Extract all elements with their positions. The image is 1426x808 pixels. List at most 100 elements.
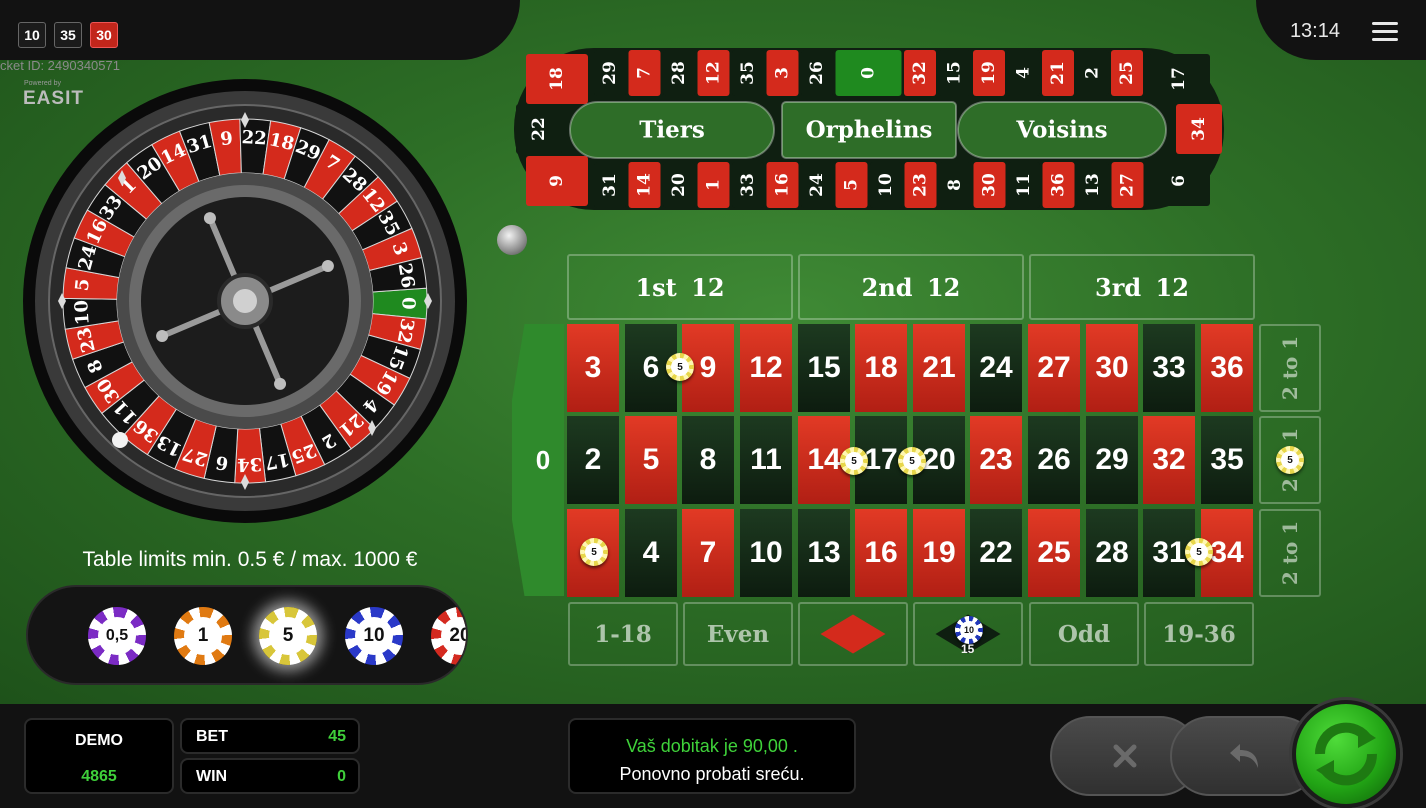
number-cell-26[interactable]: 26 xyxy=(1028,416,1080,504)
table-limits: Table limits min. 0.5 € / max. 1000 € xyxy=(82,548,418,571)
number-cell-32[interactable]: 32 xyxy=(1143,416,1195,504)
number-cell-27[interactable]: 27 xyxy=(1028,324,1080,412)
number-cell-21[interactable]: 21 xyxy=(913,324,965,412)
number-cell-23[interactable]: 23 xyxy=(970,416,1022,504)
dozen-2nd[interactable]: 2nd 12 xyxy=(798,254,1024,320)
recent-numbers: 10 35 30 xyxy=(18,22,118,48)
chip-10[interactable]: 10 xyxy=(345,607,403,665)
wheel-number: 9 xyxy=(219,128,234,150)
placed-chip[interactable]: 5 xyxy=(580,538,608,566)
placed-chip[interactable]: 5 xyxy=(1276,446,1304,474)
number-cell-5[interactable]: 5 xyxy=(625,416,677,504)
chip-5[interactable]: 5 xyxy=(259,607,317,665)
number-cell-3[interactable]: 3 xyxy=(567,324,619,412)
wheel-number: 26 xyxy=(394,262,419,290)
number-cell-15[interactable]: 15 xyxy=(798,324,850,412)
wheel-graphic: 0321519421225173462713361130823105241633… xyxy=(23,79,467,523)
chip-1[interactable]: 1 xyxy=(174,607,232,665)
placed-chip[interactable]: 5 xyxy=(1185,538,1213,566)
retry-message: Ponovno probati sreću. xyxy=(619,764,805,784)
bet-1-18[interactable]: 1-18 xyxy=(568,602,678,666)
placed-chip[interactable]: 5 xyxy=(840,447,868,475)
dozen-3rd[interactable]: 3rd 12 xyxy=(1029,254,1255,320)
racetrack-number: 33 xyxy=(738,173,758,197)
number-cell-4[interactable]: 4 xyxy=(625,509,677,597)
top-bar-right xyxy=(1256,0,1426,60)
chip-label: 10 xyxy=(355,617,393,655)
number-cell-36[interactable]: 36 xyxy=(1201,324,1253,412)
column-bet-top[interactable]: 2 to 1 xyxy=(1259,324,1321,412)
dozen-1st[interactable]: 1st 12 xyxy=(567,254,793,320)
number-cell-16[interactable]: 16 xyxy=(855,509,907,597)
racetrack-number: 2 xyxy=(1083,67,1103,79)
placed-chip-sum: 15 xyxy=(961,642,975,656)
racetrack-number: 5 xyxy=(842,179,862,191)
racetrack-number: 24 xyxy=(807,173,827,197)
placed-chip[interactable]: 5 xyxy=(898,447,926,475)
number-cell-29[interactable]: 29 xyxy=(1086,416,1138,504)
number-cell-35[interactable]: 35 xyxy=(1201,416,1253,504)
racetrack-number: 10 xyxy=(876,173,896,197)
number-cell-30[interactable]: 30 xyxy=(1086,324,1138,412)
win-label: WIN xyxy=(196,768,228,785)
bet-value: 45 xyxy=(328,728,346,745)
racetrack-number: 28 xyxy=(669,61,689,85)
racetrack-number: 18 xyxy=(547,67,567,91)
racetrack-number: 1 xyxy=(704,179,724,191)
number-cell-12[interactable]: 12 xyxy=(740,324,792,412)
number-cell-7[interactable]: 7 xyxy=(682,509,734,597)
racetrack-number: 35 xyxy=(738,61,758,85)
bet-19-36[interactable]: 19-36 xyxy=(1144,602,1254,666)
chip-label: 0,5 xyxy=(98,617,136,655)
racetrack-section-label: Voisins xyxy=(1015,117,1107,144)
racetrack-number: 23 xyxy=(911,173,931,197)
number-cell-2[interactable]: 2 xyxy=(567,416,619,504)
number-cell-25[interactable]: 25 xyxy=(1028,509,1080,597)
racetrack-number: 30 xyxy=(980,173,1000,197)
bet-odd[interactable]: Odd xyxy=(1029,602,1139,666)
column-bet-bottom[interactable]: 2 to 1 xyxy=(1259,509,1321,597)
wheel-number: 34 xyxy=(237,453,263,475)
racetrack-number: 16 xyxy=(773,173,793,197)
close-icon xyxy=(1113,744,1137,768)
racetrack-number: 11 xyxy=(1014,173,1034,197)
racetrack-number: 7 xyxy=(635,67,655,79)
demo-balance-box: DEMO 4865 xyxy=(24,718,174,794)
number-cell-28[interactable]: 28 xyxy=(1086,509,1138,597)
number-cell-24[interactable]: 24 xyxy=(970,324,1022,412)
zero-cell[interactable]: 0 xyxy=(512,324,564,596)
hamburger-menu-icon[interactable] xyxy=(1372,22,1398,42)
ball-marker xyxy=(497,225,527,255)
number-cell-33[interactable]: 33 xyxy=(1143,324,1195,412)
racetrack-number: 9 xyxy=(547,175,567,187)
racetrack-number: 20 xyxy=(669,173,689,197)
spin-button[interactable] xyxy=(1292,700,1400,808)
demo-label: DEMO xyxy=(75,732,123,749)
message-box: Vaš dobitak je 90,00 . Ponovno probati s… xyxy=(568,718,856,794)
bet-even[interactable]: Even xyxy=(683,602,793,666)
racetrack-section-label: Tiers xyxy=(639,117,705,144)
clock: 13:14 xyxy=(1289,20,1340,42)
racetrack-number: 12 xyxy=(704,61,724,85)
column-label: 2 to 1 xyxy=(1278,335,1302,401)
bet-red[interactable] xyxy=(798,602,908,666)
number-cell-13[interactable]: 13 xyxy=(798,509,850,597)
racetrack[interactable]: 29 7 28 12 35 3 26 0 32 15 19 4 21 2 25 31 14 20 1 33 16 24 5 1… xyxy=(512,46,1226,212)
demo-value: 4865 xyxy=(81,768,117,785)
chip-0-5[interactable]: 0,5 xyxy=(88,607,146,665)
win-box: WIN 0 xyxy=(180,758,360,794)
placed-chip[interactable]: 10 xyxy=(955,616,983,644)
racetrack-number: 27 xyxy=(1118,173,1138,197)
number-cell-22[interactable]: 22 xyxy=(970,509,1022,597)
number-cell-8[interactable]: 8 xyxy=(682,416,734,504)
number-cell-18[interactable]: 18 xyxy=(855,324,907,412)
racetrack-number: 15 xyxy=(945,61,965,85)
chip-label: 5 xyxy=(269,617,307,655)
racetrack-number: 22 xyxy=(529,117,549,141)
number-cell-19[interactable]: 19 xyxy=(913,509,965,597)
number-cell-10[interactable]: 10 xyxy=(740,509,792,597)
number-cell-11[interactable]: 11 xyxy=(740,416,792,504)
ticket-id: cket ID: 2490340571 xyxy=(0,58,120,73)
chip-20[interactable]: 20 xyxy=(431,607,466,665)
placed-chip[interactable]: 5 xyxy=(666,353,694,381)
